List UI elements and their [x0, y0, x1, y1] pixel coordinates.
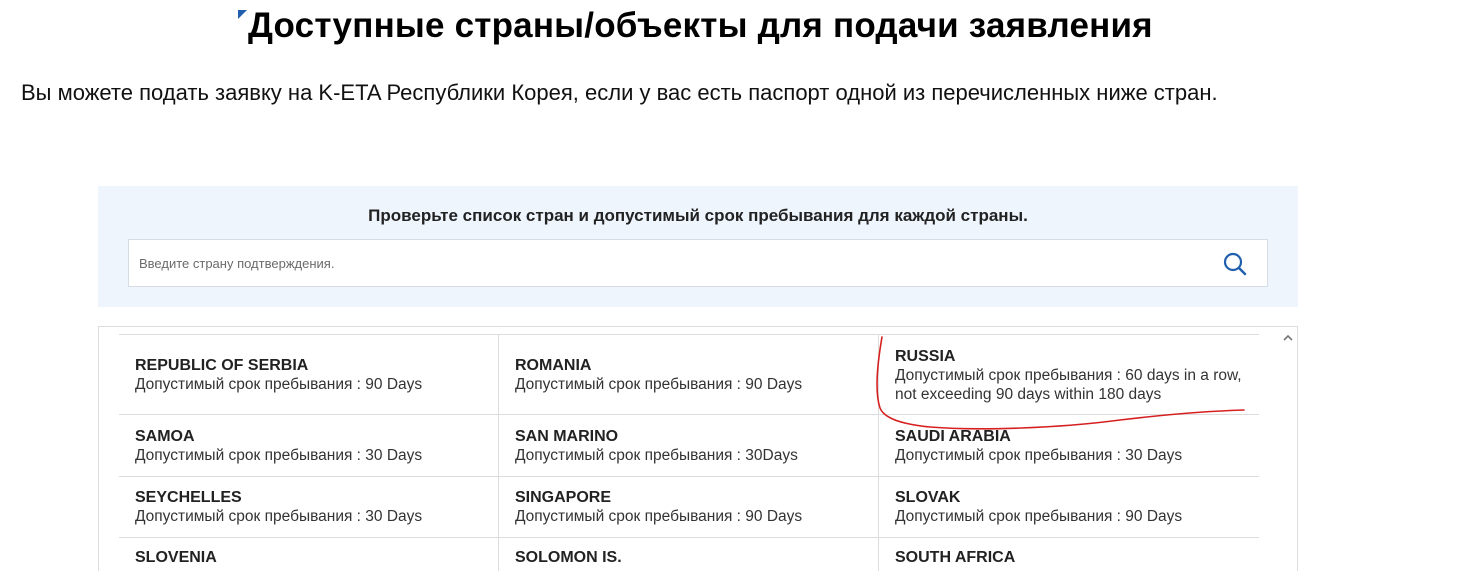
country-list: REPUBLIC OF SERBIA Допустимый срок пребы…: [98, 326, 1298, 571]
country-grid: REPUBLIC OF SERBIA Допустимый срок пребы…: [119, 334, 1259, 571]
country-stay: Допустимый срок пребывания : 30 Days: [135, 446, 423, 464]
search-panel: Проверьте список стран и допустимый срок…: [98, 186, 1298, 307]
country-cell: SAMOA Допустимый срок пребывания : 30 Da…: [119, 415, 499, 477]
search-heading: Проверьте список стран и допустимый срок…: [368, 206, 1028, 225]
country-name: SLOVENIA: [135, 549, 217, 566]
country-name: SOUTH AFRICA: [895, 549, 1016, 566]
country-name: SLOVAK: [895, 489, 961, 506]
country-name: REPUBLIC OF SERBIA: [135, 356, 309, 374]
country-name: RUSSIA: [895, 348, 956, 365]
country-cell: SINGAPORE Допустимый срок пребывания : 9…: [499, 477, 879, 538]
country-name: SINGAPORE: [515, 489, 612, 506]
intro-text: Вы можете подать заявку на K-ETA Республ…: [21, 80, 1218, 105]
country-cell: ROMANIA Допустимый срок пребывания : 90 …: [499, 335, 879, 415]
country-name: SOLOMON IS.: [515, 549, 622, 566]
country-cell: SLOVAK Допустимый срок пребывания : 90 D…: [879, 477, 1259, 538]
country-stay: Допустимый срок пребывания : 30 Days: [135, 508, 423, 525]
country-cell: RUSSIA Допустимый срок пребывания : 60 d…: [879, 335, 1259, 415]
country-cell: SEYCHELLES Допустимый срок пребывания : …: [119, 477, 499, 538]
country-cell: SLOVENIA: [119, 538, 499, 571]
search-box: [128, 239, 1268, 287]
country-name: SAUDI ARABIA: [895, 427, 1011, 445]
country-name: SAN MARINO: [515, 427, 619, 445]
country-cell: REPUBLIC OF SERBIA Допустимый срок пребы…: [119, 335, 499, 415]
country-cell: SOLOMON IS.: [499, 538, 879, 571]
country-stay: Допустимый срок пребывания : 90 Days: [895, 508, 1183, 525]
chevron-up-icon: [1283, 334, 1293, 341]
search-icon: [1223, 252, 1247, 276]
country-cell: SOUTH AFRICA: [879, 538, 1259, 571]
list-scrollbar[interactable]: [1279, 327, 1297, 571]
country-name: ROMANIA: [515, 356, 592, 374]
search-button[interactable]: [1221, 250, 1249, 278]
country-cell: SAUDI ARABIA Допустимый срок пребывания …: [879, 415, 1259, 477]
country-stay: Допустимый срок пребывания : 30Days: [515, 446, 798, 464]
title-marker: [238, 10, 247, 19]
search-input[interactable]: [129, 240, 1209, 286]
country-name: SAMOA: [135, 427, 195, 445]
country-stay: Допустимый срок пребывания : 90 Days: [515, 508, 803, 525]
country-stay: Допустимый срок пребывания : 30 Days: [895, 446, 1183, 464]
country-stay: Допустимый срок пребывания : 90 Days: [135, 375, 423, 393]
country-name: SEYCHELLES: [135, 489, 242, 506]
country-stay: Допустимый срок пребывания : 60 days in …: [895, 367, 1242, 403]
scroll-up-button[interactable]: [1282, 331, 1294, 341]
page-title: Доступные страны/объекты для подачи заяв…: [248, 6, 1153, 45]
country-stay: Допустимый срок пребывания : 90 Days: [515, 375, 803, 393]
country-cell: SAN MARINO Допустимый срок пребывания : …: [499, 415, 879, 477]
